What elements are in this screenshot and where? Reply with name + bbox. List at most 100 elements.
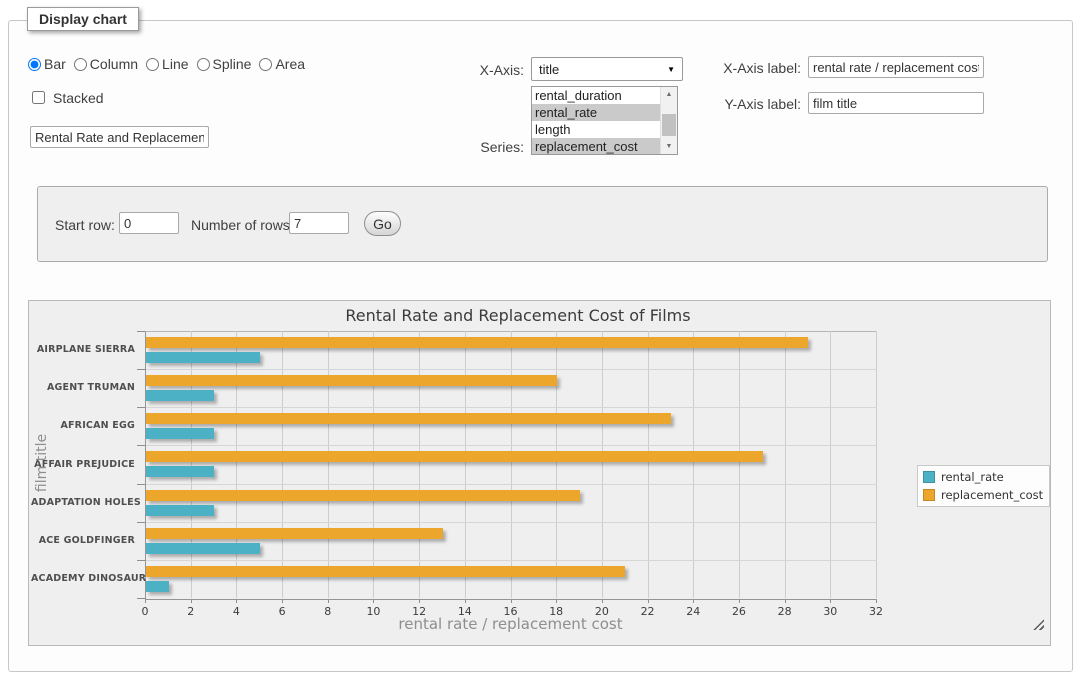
x-axis-label-input[interactable]: [808, 56, 984, 78]
stacked-label: Stacked: [53, 90, 104, 106]
category-label: ACADEMY DINOSAUR: [31, 573, 135, 584]
x-axis-tick: [236, 599, 237, 603]
gridline-horizontal: [146, 484, 877, 485]
x-axis-tick: [511, 599, 512, 603]
x-axis-select-label: X-Axis:: [460, 62, 524, 78]
go-button[interactable]: Go: [364, 211, 401, 236]
stacked-checkbox[interactable]: [32, 91, 45, 104]
bar-replacement_cost: [146, 490, 580, 501]
start-row-input[interactable]: [119, 212, 179, 234]
gridline-vertical: [739, 331, 740, 598]
bar-rental_rate: [146, 505, 214, 516]
chart-type-radio-group: BarColumnLineSplineArea: [28, 56, 313, 72]
listbox-scrollbar[interactable]: ▲ ▼: [660, 87, 677, 154]
x-axis-tick: [876, 599, 877, 603]
chart-type-radio-area[interactable]: [259, 58, 272, 71]
y-axis-tick: [137, 560, 145, 561]
x-axis-tick: [282, 599, 283, 603]
category-label: AIRPLANE SIERRA: [31, 344, 135, 355]
chart-title-input[interactable]: [30, 126, 209, 148]
start-row-label: Start row:: [55, 217, 117, 233]
chart-type-label-bar: Bar: [44, 56, 66, 72]
x-axis-tick: [373, 599, 374, 603]
bar-rental_rate: [146, 581, 169, 592]
x-axis-tick: [145, 599, 146, 603]
bar-replacement_cost: [146, 451, 763, 462]
gridline-vertical: [511, 331, 512, 598]
row-range-panel: [37, 186, 1048, 262]
x-axis-tick: [648, 599, 649, 603]
x-axis-tick: [328, 599, 329, 603]
bar-replacement_cost: [146, 566, 625, 577]
chart-type-label-line: Line: [162, 56, 188, 72]
number-of-rows-input[interactable]: [289, 212, 349, 234]
chart-type-radio-spline[interactable]: [197, 58, 210, 71]
gridline-vertical: [785, 331, 786, 598]
scroll-down-icon[interactable]: ▼: [661, 139, 677, 154]
series-option-replacement_cost[interactable]: replacement_cost: [532, 138, 661, 155]
chart-type-radio-line[interactable]: [146, 58, 159, 71]
bar-rental_rate: [146, 428, 214, 439]
x-axis-tick: [785, 599, 786, 603]
y-axis-label-input[interactable]: [808, 92, 984, 114]
x-axis-title: rental rate / replacement cost: [145, 615, 876, 633]
gridline-vertical: [602, 331, 603, 598]
chart-legend: rental_rate replacement_cost: [917, 465, 1050, 507]
stacked-checkbox-row: Stacked: [28, 88, 104, 107]
bar-replacement_cost: [146, 375, 557, 386]
series-option-rental_rate[interactable]: rental_rate: [532, 104, 661, 121]
chart-type-label-spline: Spline: [213, 56, 252, 72]
legend-swatch-replacement_cost: [923, 489, 935, 501]
gridline-vertical: [465, 331, 466, 598]
legend-item-rental_rate[interactable]: rental_rate: [923, 470, 1043, 484]
gridline-vertical: [419, 331, 420, 598]
y-axis-tick: [137, 331, 145, 332]
legend-label: rental_rate: [941, 470, 1004, 484]
x-axis-tick: [465, 599, 466, 603]
number-of-rows-label: Number of rows:: [191, 217, 301, 233]
legend-item-replacement_cost[interactable]: replacement_cost: [923, 488, 1043, 502]
bar-replacement_cost: [146, 528, 443, 539]
x-axis-select[interactable]: title ▼: [531, 57, 683, 81]
x-axis-tick: [191, 599, 192, 603]
scrollbar-thumb[interactable]: [662, 114, 676, 136]
series-option-rental_duration[interactable]: rental_duration: [532, 87, 661, 104]
gridline-vertical: [282, 331, 283, 598]
gridline-vertical: [693, 331, 694, 598]
bar-rental_rate: [146, 352, 260, 363]
legend-label: replacement_cost: [941, 488, 1043, 502]
bar-rental_rate: [146, 466, 214, 477]
bar-replacement_cost: [146, 337, 808, 348]
series-option-length[interactable]: length: [532, 121, 661, 138]
chevron-down-icon: ▼: [667, 65, 675, 74]
scroll-up-icon[interactable]: ▲: [661, 87, 677, 102]
x-axis-tick: [693, 599, 694, 603]
gridline-vertical: [373, 331, 374, 598]
y-axis-tick: [137, 369, 145, 370]
y-axis-tick: [137, 484, 145, 485]
x-axis-tick: [602, 599, 603, 603]
resize-grip-icon[interactable]: [1033, 619, 1044, 630]
x-axis-label-caption: X-Axis label:: [721, 60, 801, 76]
series-listbox[interactable]: rental_durationrental_ratelengthreplacem…: [531, 86, 678, 155]
series-listbox-label: Series:: [469, 139, 524, 155]
gridline-horizontal: [146, 560, 877, 561]
y-axis-tick: [137, 598, 145, 599]
gridline-vertical: [328, 331, 329, 598]
category-label: ACE GOLDFINGER: [31, 535, 135, 546]
fieldset-legend: Display chart: [27, 7, 139, 31]
bar-replacement_cost: [146, 413, 671, 424]
x-axis-tick: [419, 599, 420, 603]
x-axis-tick: [556, 599, 557, 603]
chart-type-radio-bar[interactable]: [28, 58, 41, 71]
chart-type-radio-column[interactable]: [74, 58, 87, 71]
chart-panel: Rental Rate and Replacement Cost of Film…: [28, 300, 1051, 646]
chart-type-label-area: Area: [275, 56, 305, 72]
gridline-horizontal: [146, 407, 877, 408]
chart-title: Rental Rate and Replacement Cost of Film…: [29, 306, 1007, 325]
y-axis-tick: [137, 407, 145, 408]
gridline-vertical: [830, 331, 831, 598]
gridline-vertical: [191, 331, 192, 598]
gridline-horizontal: [146, 522, 877, 523]
bar-rental_rate: [146, 390, 214, 401]
